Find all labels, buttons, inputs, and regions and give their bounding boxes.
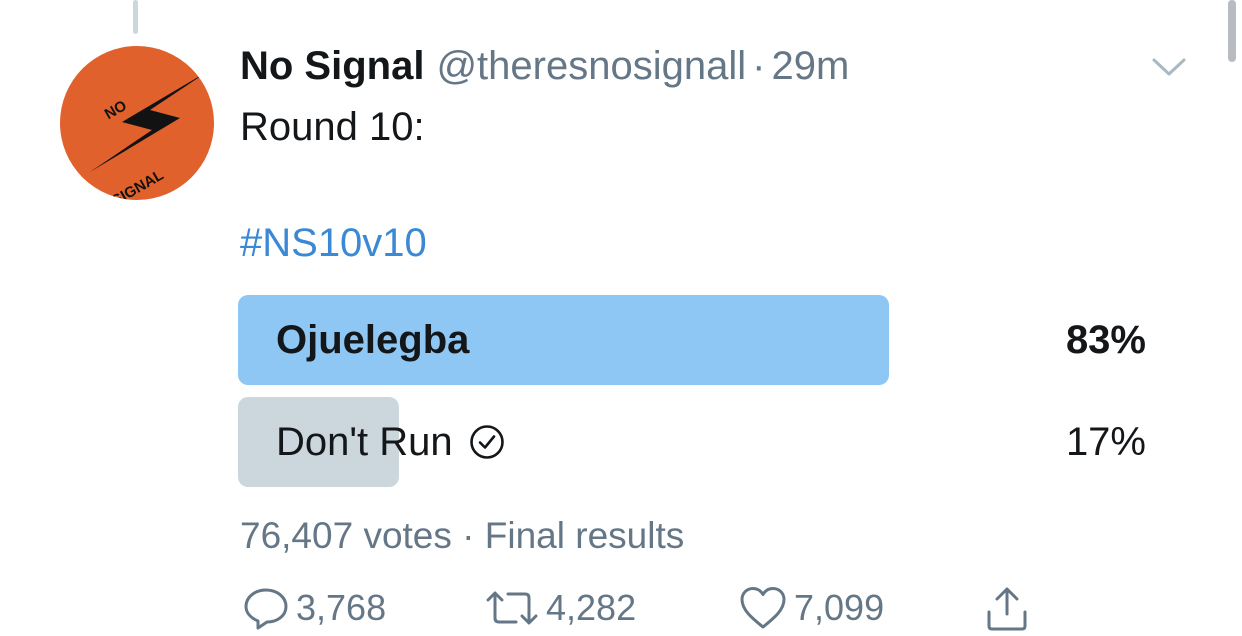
tweet-text: Round 10: [240, 105, 425, 149]
logo-text-top: NO [102, 97, 130, 123]
check-circle-icon [469, 425, 504, 459]
poll-option-2-label: Don't Run [276, 420, 453, 464]
poll-meta-separator: · [462, 515, 475, 556]
poll-option-2-percent: 17% [1065, 420, 1146, 464]
like-icon [740, 587, 786, 629]
poll-option-2-label-wrap: Don't Run [276, 397, 505, 487]
poll-option-1: Ojuelegba 83% [238, 295, 1146, 385]
share-icon [987, 587, 1027, 631]
reply-button[interactable]: 3,768 [242, 584, 386, 632]
share-button[interactable] [984, 584, 1030, 632]
poll-vote-count: 76,407 votes [240, 515, 452, 556]
retweet-icon [486, 591, 538, 625]
tweet-timestamp[interactable]: 29m [771, 44, 849, 88]
hashtag-link[interactable]: #NS10v10 [240, 218, 427, 268]
chevron-down-icon[interactable] [1150, 54, 1188, 80]
reply-count: 3,768 [296, 587, 387, 628]
retweet-button[interactable]: 4,282 [484, 584, 636, 632]
avatar[interactable]: NO SIGNAL [60, 46, 214, 200]
display-name[interactable]: No Signal [240, 44, 424, 88]
scrollbar[interactable] [1228, 0, 1236, 62]
reply-icon [244, 588, 288, 630]
tweet-header: No Signal @theresnosignall · 29m [240, 40, 849, 92]
poll-option-1-percent: 83% [1065, 318, 1146, 362]
thread-connector-line [133, 0, 138, 34]
user-handle[interactable]: @theresnosignall [436, 44, 746, 88]
poll-option-2: Don't Run 17% [238, 397, 1146, 487]
like-button[interactable]: 7,099 [738, 584, 884, 632]
poll-meta: 76,407 votes · Final results [240, 512, 684, 560]
poll-status: Final results [484, 515, 685, 556]
poll-option-1-label: Ojuelegba [276, 318, 470, 362]
retweet-count: 4,282 [546, 587, 637, 628]
logo-text-bottom: SIGNAL [109, 167, 167, 200]
no-signal-logo: NO SIGNAL [90, 70, 210, 200]
header-separator: · [752, 44, 766, 88]
like-count: 7,099 [794, 587, 885, 628]
